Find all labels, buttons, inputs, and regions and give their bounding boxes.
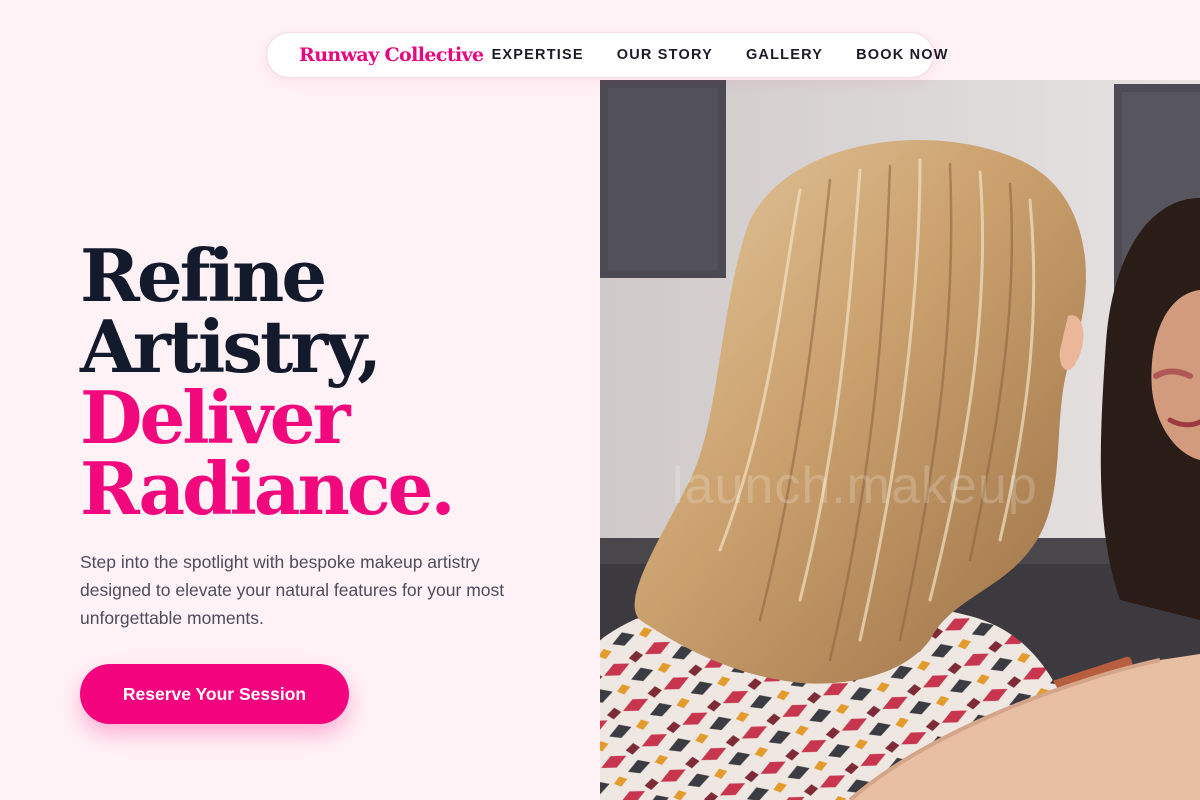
nav-link-expertise[interactable]: EXPERTISE	[492, 47, 584, 63]
reserve-session-button[interactable]: Reserve Your Session	[80, 664, 349, 724]
hero-photo	[600, 80, 1200, 800]
top-nav: Runway Collective EXPERTISE OUR STORY GA…	[266, 32, 947, 78]
landing-page: Runway Collective EXPERTISE OUR STORY GA…	[0, 0, 1200, 800]
headline-line-3: Deliver	[80, 375, 351, 460]
nav-links: EXPERTISE OUR STORY GALLERY BOOK NOW	[492, 47, 949, 63]
hero-subtext: Step into the spotlight with bespoke mak…	[80, 552, 505, 628]
nav-link-our-story[interactable]: OUR STORY	[617, 47, 713, 63]
brand-logo[interactable]: Runway Collective	[299, 44, 484, 66]
headline-line-4: Radiance.	[80, 446, 456, 531]
hero-headline: Refine Artistry, Deliver Radiance.	[80, 233, 456, 531]
headline-line-1: Refine	[80, 233, 327, 318]
headline-line-2: Artistry,	[80, 304, 382, 389]
image-watermark: launch.makeup	[672, 457, 1038, 515]
hero-photo-illustration	[600, 80, 1200, 800]
nav-link-gallery[interactable]: GALLERY	[746, 47, 823, 63]
nav-link-book-now[interactable]: BOOK NOW	[856, 47, 949, 63]
